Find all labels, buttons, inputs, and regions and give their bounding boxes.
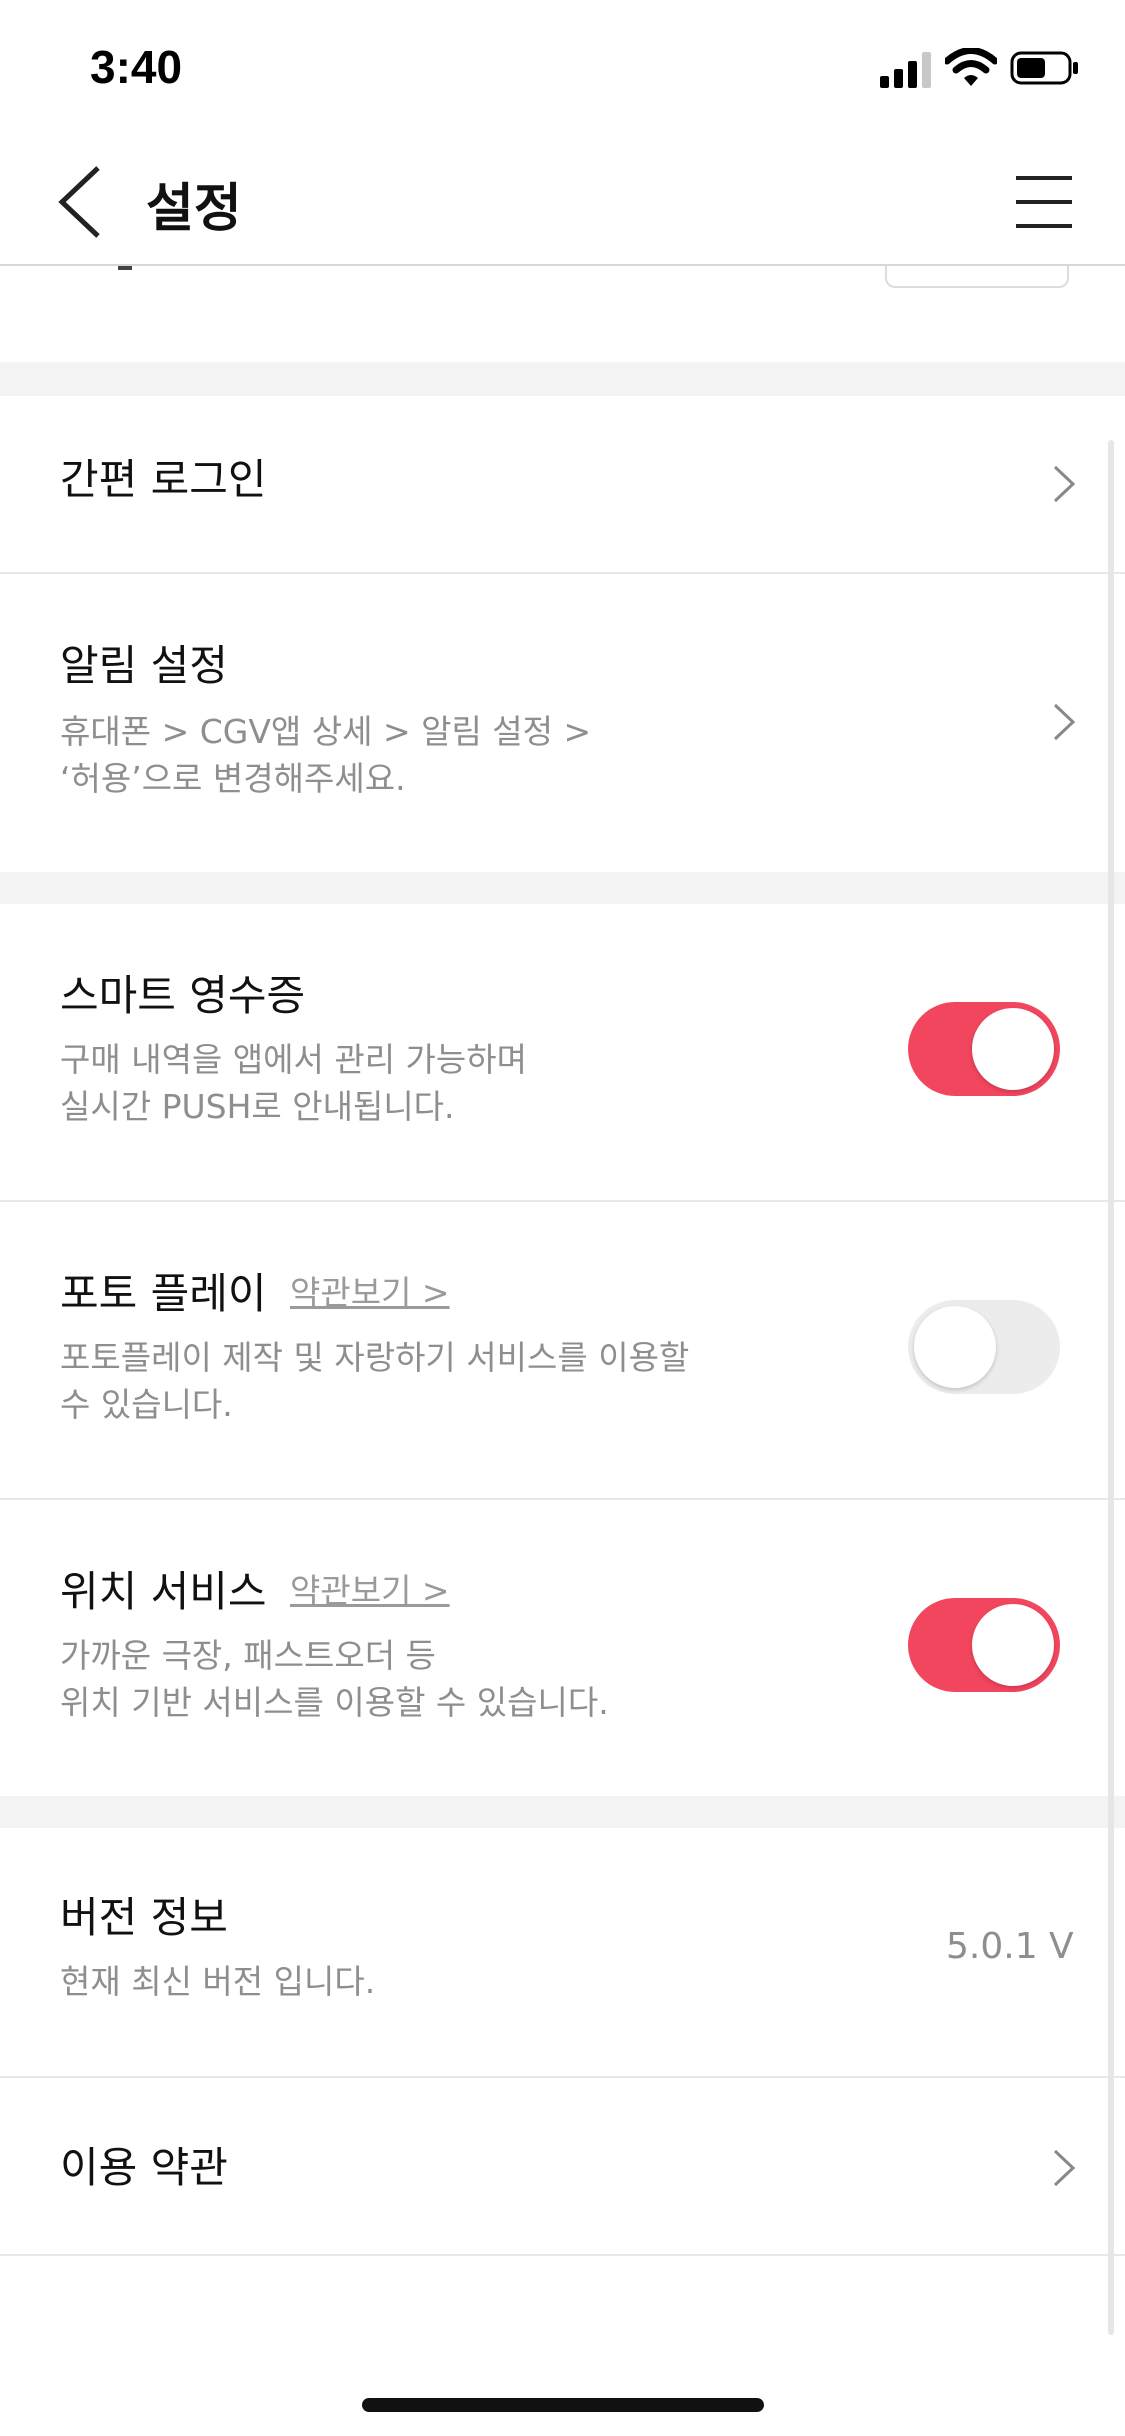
chevron-right-icon [1053, 465, 1076, 503]
scrollbar[interactable] [1108, 440, 1114, 2335]
status-time: 3:40 [90, 41, 183, 93]
clipped-text-fragment [118, 266, 132, 270]
photo-play-toggle[interactable] [908, 1300, 1060, 1394]
toggle-knob [972, 1008, 1054, 1090]
row-description: 현재 최신 버전 입니다. [60, 1962, 376, 2001]
setting-row-terms[interactable]: 이용 약관 [0, 2078, 1125, 2256]
location-toggle[interactable] [908, 1598, 1060, 1692]
smart-receipt-toggle[interactable] [908, 1002, 1060, 1096]
setting-row-smart-receipt: 스마트 영수증 구매 내역을 앱에서 관리 가능하며 실시간 PUSH로 안내됩… [0, 904, 1125, 1202]
home-indicator[interactable] [362, 2398, 764, 2412]
app-header: 설정 [0, 140, 1125, 266]
toggle-knob [914, 1306, 996, 1388]
row-description: 포토플레이 제작 및 자랑하기 서비스를 이용할 수 있습니다. [60, 1338, 690, 1424]
row-title: 포토 플레이 [60, 1269, 267, 1318]
row-title: 알림 설정 [60, 641, 228, 690]
scrolled-content-remnant [0, 266, 1125, 362]
battery-icon [1010, 51, 1078, 85]
row-description: 휴대폰 > CGV앱 상세 > 알림 설정 > ‘허용’으로 변경해주세요. [60, 712, 592, 798]
row-title: 이용 약관 [60, 2143, 228, 2192]
version-value: 5.0.1 V [946, 1926, 1074, 1967]
section-divider [0, 1796, 1125, 1828]
toggle-knob [972, 1604, 1054, 1686]
row-title: 버전 정보 [60, 1893, 228, 1942]
setting-row-easy-login[interactable]: 간편 로그인 [0, 396, 1125, 574]
wifi-icon [945, 48, 997, 86]
page-title: 설정 [146, 179, 242, 239]
row-title: 위치 서비스 [60, 1567, 267, 1616]
clipped-button[interactable] [885, 266, 1069, 288]
row-title: 스마트 영수증 [60, 971, 306, 1020]
setting-row-notification[interactable]: 알림 설정 휴대폰 > CGV앱 상세 > 알림 설정 > ‘허용’으로 변경해… [0, 574, 1125, 872]
setting-row-photo-play: 포토 플레이 약관보기 > 포토플레이 제작 및 자랑하기 서비스를 이용할 수… [0, 1202, 1125, 1500]
chevron-right-icon [1053, 2149, 1076, 2187]
setting-row-location: 위치 서비스 약관보기 > 가까운 극장, 패스트오더 등 위치 기반 서비스를… [0, 1500, 1125, 1796]
back-icon[interactable] [54, 164, 106, 240]
section-divider [0, 362, 1125, 396]
setting-row-version: 버전 정보 현재 최신 버전 입니다. 5.0.1 V [0, 1828, 1125, 2078]
chevron-right-icon [1053, 703, 1076, 741]
hamburger-menu-icon[interactable] [1014, 174, 1074, 230]
section-divider [0, 872, 1125, 904]
row-description: 구매 내역을 앱에서 관리 가능하며 실시간 PUSH로 안내됩니다. [60, 1040, 527, 1126]
status-bar: 3:40 [0, 0, 1125, 140]
location-terms-link[interactable]: 약관보기 > [290, 1564, 450, 1612]
photo-play-terms-link[interactable]: 약관보기 > [290, 1266, 450, 1314]
row-title: 간편 로그인 [60, 455, 267, 504]
cellular-signal-icon [880, 52, 931, 88]
row-description: 가까운 극장, 패스트오더 등 위치 기반 서비스를 이용할 수 있습니다. [60, 1636, 609, 1722]
